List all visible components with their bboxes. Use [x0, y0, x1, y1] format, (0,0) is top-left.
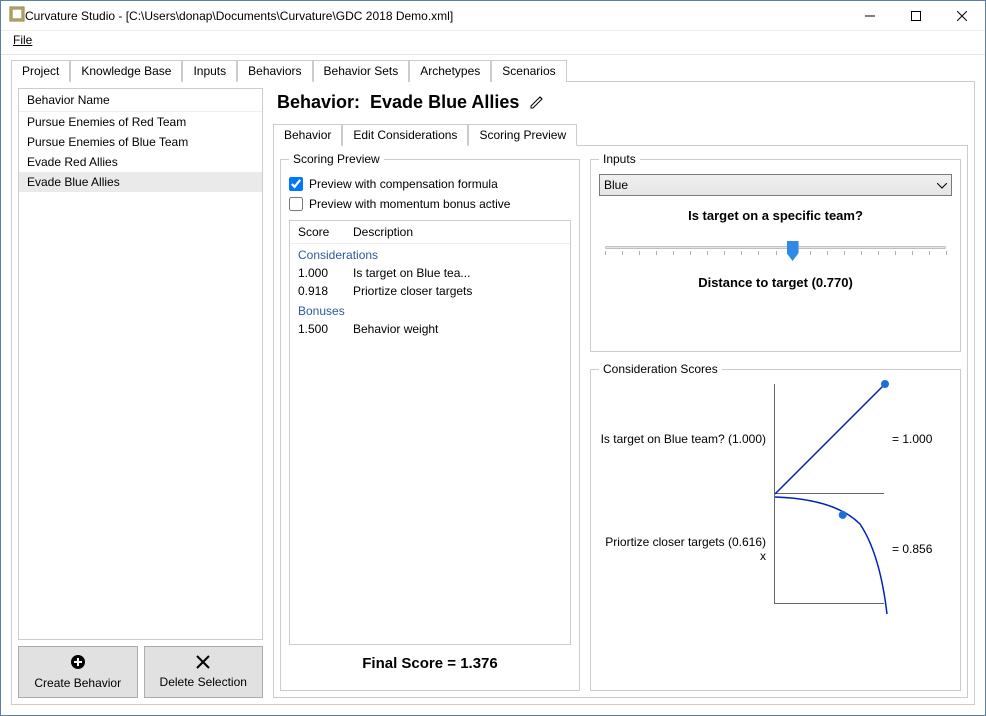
subtab-scoring-preview[interactable]: Scoring Preview [468, 124, 577, 146]
consideration-scores-legend: Consideration Scores [599, 362, 722, 376]
momentum-checkbox[interactable] [289, 197, 303, 211]
tab-inputs[interactable]: Inputs [182, 60, 237, 82]
behavior-list-header: Behavior Name [19, 89, 262, 112]
table-row: 1.500Behavior weight [290, 320, 570, 338]
x-icon [196, 655, 210, 673]
col-desc: Description [353, 225, 413, 239]
titlebar: Curvature Studio - [C:\Users\donap\Docum… [1, 1, 985, 31]
consideration-score-row: Priortize closer targets (0.616) x = 0.85… [599, 494, 952, 604]
consideration-chart [774, 494, 884, 604]
team-dropdown[interactable]: Blue [599, 174, 952, 196]
scoring-preview-legend: Scoring Preview [289, 152, 384, 166]
create-behavior-button[interactable]: Create Behavior [18, 646, 138, 698]
tab-behavior-sets[interactable]: Behavior Sets [313, 60, 410, 82]
consideration-label: Is target on Blue team? (1.000) [599, 432, 766, 446]
minimize-button[interactable] [847, 1, 893, 31]
sub-tabs: BehaviorEdit ConsiderationsScoring Previ… [273, 123, 968, 146]
menubar: File [1, 31, 985, 55]
tab-project[interactable]: Project [11, 60, 70, 82]
edit-pencil-icon[interactable] [529, 94, 547, 112]
col-score: Score [298, 225, 353, 239]
compensation-checkbox[interactable] [289, 177, 303, 191]
list-item[interactable]: Pursue Enemies of Blue Team [19, 132, 262, 152]
consideration-scores-group: Consideration Scores Is target on Blue t… [590, 362, 961, 691]
final-score: Final Score = 1.376 [289, 645, 571, 682]
app-icon [9, 6, 25, 25]
behavior-name: Evade Blue Allies [370, 92, 519, 113]
slider-thumb[interactable] [787, 241, 799, 261]
maximize-button[interactable] [893, 1, 939, 31]
main-tabs: ProjectKnowledge BaseInputsBehaviorsBeha… [11, 59, 975, 82]
list-item[interactable]: Evade Blue Allies [19, 172, 262, 192]
team-dropdown-value: Blue [604, 178, 628, 192]
tab-scenarios[interactable]: Scenarios [491, 60, 566, 82]
score-table: Score Description Considerations 1.000Is… [289, 220, 571, 645]
chevron-down-icon [937, 178, 947, 192]
list-item[interactable]: Evade Red Allies [19, 152, 262, 172]
consideration-value: = 0.856 [892, 542, 952, 556]
inputs-group: Inputs Blue Is target on a specific team… [590, 152, 961, 352]
inputs-legend: Inputs [599, 152, 640, 166]
plus-circle-icon [70, 654, 86, 674]
distance-slider[interactable] [605, 235, 946, 263]
section-considerations: Considerations [290, 244, 570, 264]
window-title: Curvature Studio - [C:\Users\donap\Docum… [25, 9, 847, 23]
question-distance: Distance to target (0.770) [599, 275, 952, 290]
delete-selection-label: Delete Selection [160, 675, 247, 689]
momentum-label: Preview with momentum bonus active [309, 197, 510, 211]
subtab-edit-considerations[interactable]: Edit Considerations [342, 124, 468, 146]
tab-knowledge-base[interactable]: Knowledge Base [70, 60, 182, 82]
delete-selection-button[interactable]: Delete Selection [144, 646, 264, 698]
tab-behaviors[interactable]: Behaviors [237, 60, 312, 82]
consideration-value: = 1.000 [892, 432, 952, 446]
scoring-preview-group: Scoring Preview Preview with compensatio… [280, 152, 580, 691]
list-item[interactable]: Pursue Enemies of Red Team [19, 112, 262, 132]
question-team: Is target on a specific team? [599, 208, 952, 223]
behavior-label: Behavior: [277, 92, 360, 113]
table-row: 1.000Is target on Blue tea... [290, 264, 570, 282]
tab-archetypes[interactable]: Archetypes [409, 60, 491, 82]
consideration-score-row: Is target on Blue team? (1.000) = 1.000 [599, 384, 952, 494]
section-bonuses: Bonuses [290, 300, 570, 320]
create-behavior-label: Create Behavior [34, 676, 121, 690]
consideration-label: Priortize closer targets (0.616) x [599, 535, 766, 563]
compensation-label: Preview with compensation formula [309, 177, 498, 191]
subtab-behavior[interactable]: Behavior [273, 124, 342, 146]
table-row: 0.918Priortize closer targets [290, 282, 570, 300]
close-button[interactable] [939, 1, 985, 31]
consideration-chart [774, 384, 884, 494]
behavior-listbox[interactable]: Behavior Name Pursue Enemies of Red Team… [18, 88, 263, 640]
menu-file[interactable]: File [9, 31, 36, 49]
